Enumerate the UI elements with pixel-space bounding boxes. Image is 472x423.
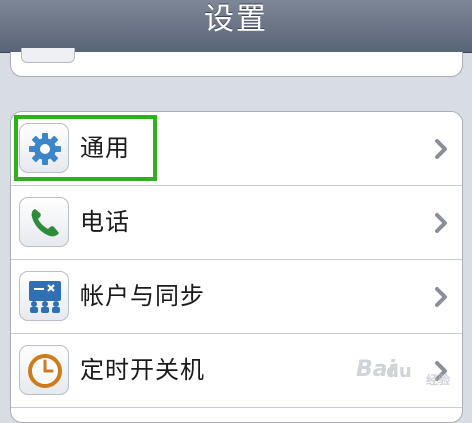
phone-icon	[19, 197, 69, 247]
highlight-frame	[14, 115, 157, 181]
watermark-paw: du	[386, 361, 412, 382]
page-title: 设置	[204, 2, 268, 37]
navigation-bar: 设置	[0, 0, 472, 53]
settings-row-general[interactable]: 通用	[11, 112, 462, 186]
clock-icon	[19, 345, 69, 395]
previous-row-icon	[21, 48, 75, 63]
settings-row-accounts-sync[interactable]: 帐户与同步	[11, 260, 462, 334]
chevron-right-icon	[435, 213, 447, 233]
watermark-subtext: 经验	[426, 373, 451, 387]
previous-settings-group	[10, 48, 463, 77]
watermark: Bai du 经验	[356, 357, 468, 405]
chevron-right-icon	[435, 139, 447, 159]
settings-row-phone-label: 电话	[80, 208, 130, 236]
chevron-right-icon	[435, 287, 447, 307]
settings-row-accounts-sync-label: 帐户与同步	[80, 282, 205, 310]
account-sync-icon	[19, 271, 69, 321]
settings-row-scheduled-power-label: 定时开关机	[80, 356, 205, 384]
settings-row-phone[interactable]: 电话	[11, 186, 462, 260]
